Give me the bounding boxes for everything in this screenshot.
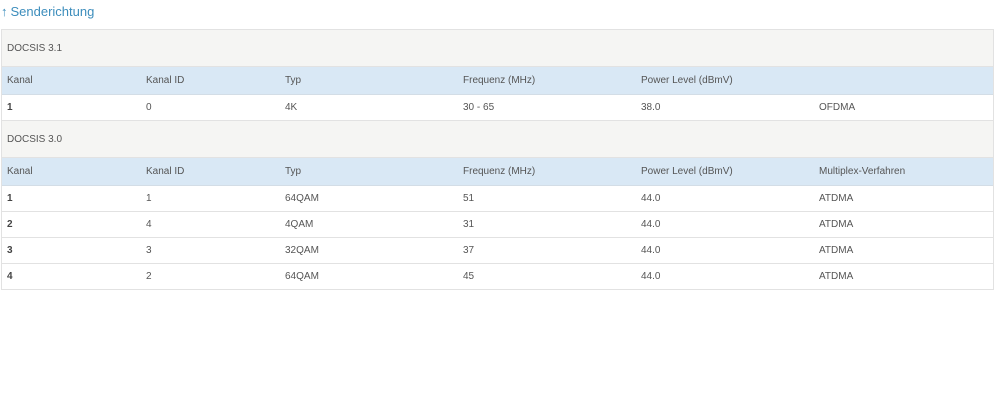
column-header-typ: Typ xyxy=(285,75,302,86)
table-header-row: Kanal Kanal ID Typ Frequenz (MHz) Power … xyxy=(2,67,993,95)
cell-power-level: 44.0 xyxy=(641,271,661,282)
column-header-frequenz: Frequenz (MHz) xyxy=(463,75,536,86)
column-header-multiplex: Multiplex-Verfahren xyxy=(819,166,906,177)
cell-multiplex: ATDMA xyxy=(819,271,854,282)
cell-typ: 4K xyxy=(285,102,298,113)
cell-kanal: 2 xyxy=(7,219,13,230)
table-header-row: Kanal Kanal ID Typ Frequenz (MHz) Power … xyxy=(2,158,993,186)
section-heading-title: Senderichtung xyxy=(10,4,95,19)
cell-kanal-id: 2 xyxy=(146,271,152,282)
cell-frequenz: 37 xyxy=(463,245,475,256)
cell-power-level: 44.0 xyxy=(641,193,661,204)
table-row: 4 2 64QAM 45 44.0 ATDMA xyxy=(2,264,993,289)
cell-kanal: 3 xyxy=(7,245,13,256)
column-header-power-level: Power Level (dBmV) xyxy=(641,166,733,177)
column-header-kanal: Kanal xyxy=(7,166,33,177)
cell-typ: 32QAM xyxy=(285,245,319,256)
cell-typ: 64QAM xyxy=(285,193,319,204)
cell-kanal-id: 1 xyxy=(146,193,152,204)
cell-frequenz: 45 xyxy=(463,271,475,282)
table-row: 1 1 64QAM 51 44.0 ATDMA xyxy=(2,186,993,212)
cell-kanal-id: 3 xyxy=(146,245,152,256)
column-header-kanal-id: Kanal ID xyxy=(146,75,185,86)
cell-kanal-id: 0 xyxy=(146,102,152,113)
section-title-docsis30: DOCSIS 3.0 xyxy=(2,121,993,158)
cell-multiplex: ATDMA xyxy=(819,219,854,230)
cell-frequenz: 30 - 65 xyxy=(463,102,495,113)
cell-power-level: 44.0 xyxy=(641,245,661,256)
cell-kanal: 1 xyxy=(7,193,13,204)
cell-power-level: 38.0 xyxy=(641,102,661,113)
column-header-kanal: Kanal xyxy=(7,75,33,86)
channel-panel: DOCSIS 3.1 Kanal Kanal ID Typ Frequenz (… xyxy=(1,29,994,290)
section-heading-upstream[interactable]: ↑ Senderichtung xyxy=(1,4,94,19)
column-header-power-level: Power Level (dBmV) xyxy=(641,75,733,86)
column-header-typ: Typ xyxy=(285,166,302,177)
column-header-frequenz: Frequenz (MHz) xyxy=(463,166,536,177)
cell-kanal: 1 xyxy=(7,102,13,113)
table-row: 1 0 4K 30 - 65 38.0 OFDMA xyxy=(2,95,993,121)
cell-kanal: 4 xyxy=(7,271,13,282)
cell-multiplex: OFDMA xyxy=(819,102,856,113)
cell-power-level: 44.0 xyxy=(641,219,661,230)
arrow-up-icon: ↑ xyxy=(1,4,8,19)
cell-multiplex: ATDMA xyxy=(819,245,854,256)
cell-typ: 4QAM xyxy=(285,219,314,230)
section-title-docsis31: DOCSIS 3.1 xyxy=(2,30,993,67)
cell-frequenz: 31 xyxy=(463,219,475,230)
cell-kanal-id: 4 xyxy=(146,219,152,230)
cell-typ: 64QAM xyxy=(285,271,319,282)
table-row: 2 4 4QAM 31 44.0 ATDMA xyxy=(2,212,993,238)
cell-frequenz: 51 xyxy=(463,193,475,204)
table-row: 3 3 32QAM 37 44.0 ATDMA xyxy=(2,238,993,264)
cell-multiplex: ATDMA xyxy=(819,193,854,204)
column-header-kanal-id: Kanal ID xyxy=(146,166,185,177)
